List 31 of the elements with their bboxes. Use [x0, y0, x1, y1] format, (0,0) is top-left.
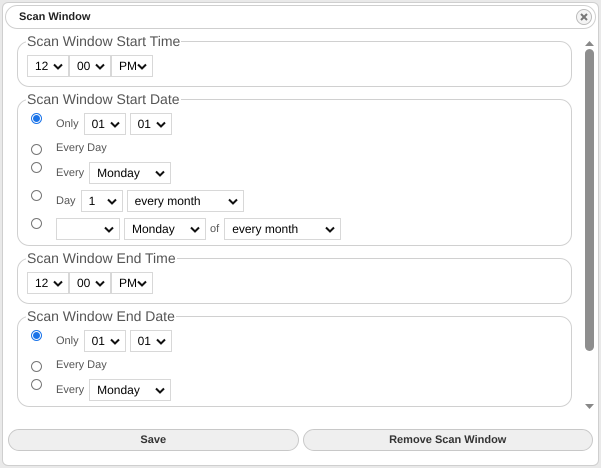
option-label: of [210, 222, 220, 237]
dropdown[interactable]: PM [111, 55, 153, 77]
dropdown[interactable]: Monday [124, 218, 206, 240]
option-label: Only [56, 334, 79, 349]
option-label: Every Day [56, 358, 107, 373]
option-label: Only [56, 116, 79, 132]
option-label: Every [56, 166, 84, 181]
dropdown[interactable]: Monday [89, 379, 172, 401]
dropdown[interactable]: 12 [27, 55, 69, 77]
dropdown[interactable]: 01 [84, 113, 126, 135]
dropdown[interactable]: PM [111, 272, 153, 294]
dropdown[interactable]: 01 [130, 330, 172, 352]
section-title: Scan Window Start Time [26, 32, 182, 51]
section-title: Scan Window Start Date [26, 90, 181, 109]
dropdown[interactable]: every month [126, 190, 244, 212]
dropdown[interactable]: 12 [27, 272, 69, 294]
action-button[interactable]: Remove Scan Window [302, 429, 593, 451]
window-title: Scan Window [19, 10, 90, 25]
dropdown[interactable]: 01 [84, 330, 126, 352]
dropdown[interactable]: every month [224, 218, 342, 240]
section-title: Scan Window End Time [26, 249, 177, 268]
option-label: Every Day [56, 140, 107, 156]
dropdown[interactable]: Monday [89, 162, 172, 184]
option-label: Every [56, 382, 84, 398]
dropdown[interactable]: 1 [80, 190, 123, 212]
option-label: Day [56, 194, 76, 209]
action-button[interactable]: Save [8, 429, 298, 451]
dropdown[interactable]: 01 [130, 113, 172, 135]
dropdown[interactable]: 00 [69, 55, 111, 77]
dropdown[interactable]: 00 [69, 272, 111, 294]
section-title: Scan Window End Date [26, 307, 176, 326]
